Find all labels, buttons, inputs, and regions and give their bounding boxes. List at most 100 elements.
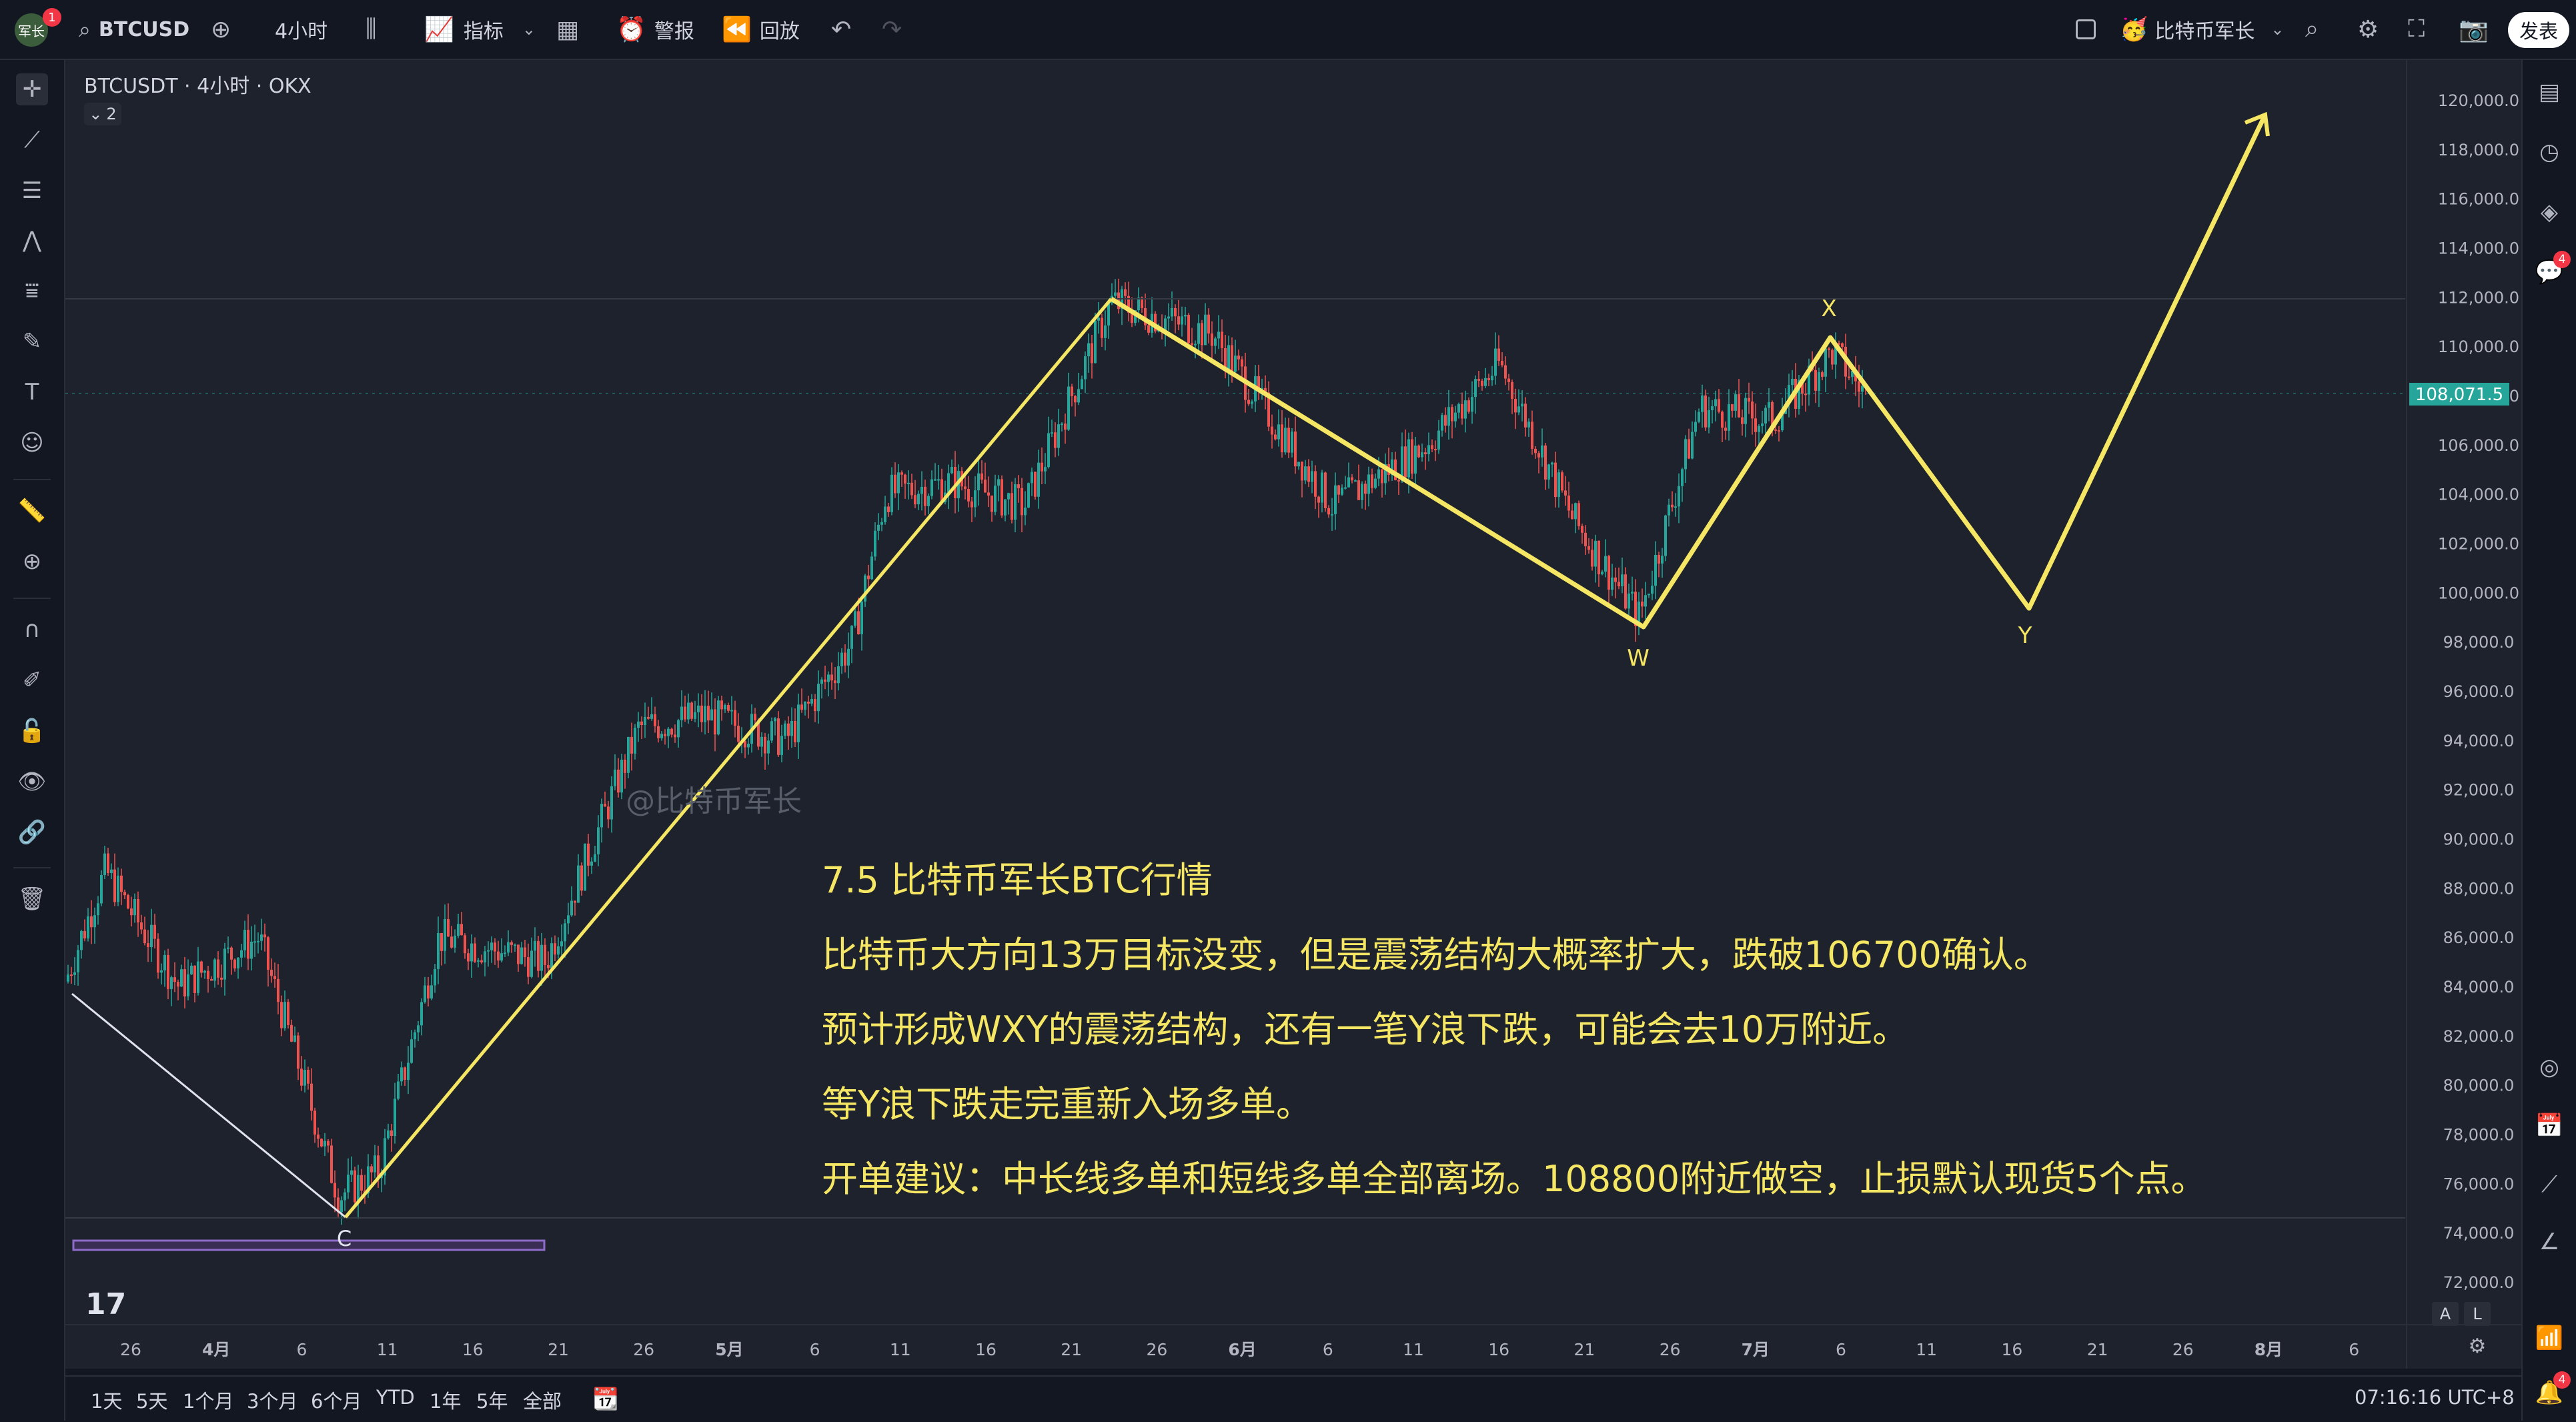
candle-body — [950, 467, 953, 474]
settings-button[interactable]: ⚙ — [2357, 0, 2379, 59]
compare-button[interactable]: ⊕ — [211, 0, 231, 59]
data-window-button[interactable]: ∠ — [2533, 1226, 2565, 1258]
toolbar-divider — [13, 598, 51, 599]
magnet-tool[interactable]: ∩ — [16, 614, 48, 646]
candle-body — [1011, 493, 1013, 520]
time-tick-label: 26 — [120, 1340, 141, 1359]
candle-body — [594, 854, 596, 862]
sync-drawings-tool[interactable]: 🔗 — [16, 816, 48, 848]
brush-tool[interactable]: ✎ — [16, 325, 48, 358]
candle-body — [320, 1139, 323, 1147]
candle-body — [1858, 381, 1860, 392]
ideas-button[interactable]: ◎ — [2533, 1051, 2565, 1083]
news-button[interactable]: 📶 — [2533, 1322, 2565, 1354]
legend-collapse-button[interactable]: ⌄ 2 — [84, 103, 121, 125]
range-1d[interactable]: 1天 — [91, 1386, 122, 1414]
layout-select-checkbox[interactable] — [2076, 0, 2096, 59]
remove-drawings-tool[interactable]: 🗑 — [16, 883, 48, 915]
pattern-tool[interactable]: ⋀ — [16, 224, 48, 256]
measure-tool[interactable]: 📏 — [16, 495, 48, 527]
price-tick-label: 92,000.0 — [2443, 781, 2515, 800]
candle-body — [1054, 432, 1057, 448]
candle-body — [1618, 582, 1620, 586]
watchlist-button[interactable]: ▤ — [2533, 76, 2565, 108]
annotation-line-1: 比特币大方向13万目标没变，但是震荡结构大概率扩大，跌破106700确认。 — [822, 934, 2050, 976]
candle-body — [760, 736, 763, 747]
redo-button[interactable]: ↷ — [882, 0, 902, 59]
chart-type-button[interactable]: ⫼ — [366, 0, 377, 59]
streams-button[interactable]: ⟋ — [2533, 1169, 2565, 1201]
candle-body — [273, 976, 276, 979]
lock-drawings-tool[interactable]: 🔓 — [16, 715, 48, 747]
candle-body — [1734, 394, 1737, 411]
candle-body — [1027, 483, 1030, 508]
replay-label: 回放 — [759, 20, 800, 43]
candle-body — [283, 1002, 286, 1028]
range-all[interactable]: 全部 — [523, 1386, 562, 1414]
candle-body — [1648, 594, 1650, 596]
candle-body — [1511, 382, 1513, 399]
range-6m[interactable]: 6个月 — [311, 1386, 362, 1414]
chart-canvas[interactable]: C W X Y @比特币军长 7.5 比特币军长BTC行情 比特币大方向13万目… — [65, 60, 2521, 1369]
range-1m[interactable]: 1个月 — [183, 1386, 233, 1414]
candle-body — [427, 985, 430, 998]
fullscreen-button[interactable]: ⛶ — [2408, 0, 2425, 59]
axis-settings-button[interactable]: ⚙ — [2464, 1333, 2491, 1359]
publish-button[interactable]: 发表 — [2508, 12, 2569, 48]
candle-body — [874, 530, 876, 557]
range-ytd[interactable]: YTD — [376, 1386, 415, 1409]
candle-body — [267, 937, 269, 970]
range-5y[interactable]: 5年 — [476, 1386, 508, 1414]
candle-body — [981, 473, 983, 480]
emoji-tool[interactable]: ☺ — [16, 427, 48, 459]
candle-body — [647, 716, 650, 719]
price-tick-label: 104,000.0 — [2438, 486, 2519, 504]
snapshot-button[interactable]: 📷 — [2459, 0, 2489, 59]
object-tree-button[interactable]: ◈ — [2533, 196, 2565, 228]
zoom-in-icon: ⊕ — [22, 548, 42, 575]
calendar-button[interactable]: 📅 — [2533, 1110, 2565, 1142]
forecast-tool[interactable]: ⩸ — [16, 275, 48, 307]
legend-title[interactable]: BTCUSDT · 4小时 · OKX — [84, 69, 311, 99]
account-menu[interactable]: 🥳 比特币军长 ⌄ — [2120, 0, 2284, 59]
interval-button[interactable]: 4小时 — [275, 0, 328, 59]
candle-body — [784, 723, 786, 736]
candle-body — [230, 947, 233, 960]
candle-body — [700, 705, 703, 722]
text-tool[interactable]: T — [16, 376, 48, 408]
candle-body — [437, 933, 440, 969]
layouts-button[interactable]: ▦ — [556, 0, 579, 59]
crosshair-tool[interactable]: ✛ — [16, 73, 48, 105]
range-3m[interactable]: 3个月 — [247, 1386, 297, 1414]
wave-pattern-icon: ⋀ — [23, 227, 41, 253]
stay-drawing-tool[interactable]: ✐ — [16, 664, 48, 696]
hide-drawings-tool[interactable]: 👁 — [16, 766, 48, 798]
candle-body — [200, 961, 203, 973]
chart-pane[interactable]: C W X Y @比特币军长 7.5 比特币军长BTC行情 比特币大方向13万目… — [65, 60, 2521, 1369]
range-5d[interactable]: 5天 — [136, 1386, 167, 1414]
replay-button[interactable]: ⏪ 回放 — [722, 0, 800, 59]
alert-button[interactable]: ⏰ 警报 — [616, 0, 694, 59]
auto-scale-button[interactable]: A — [2432, 1302, 2459, 1326]
clock-label[interactable]: 07:16:16 UTC+8 — [2355, 1386, 2515, 1409]
log-scale-button[interactable]: L — [2464, 1302, 2491, 1326]
range-1y[interactable]: 1年 — [430, 1386, 461, 1414]
quick-search-button[interactable]: ⌕ — [2305, 0, 2319, 59]
candle-body — [390, 1130, 393, 1136]
symbol-search[interactable]: ⌕ BTCUSD — [79, 0, 189, 59]
fib-tool[interactable]: ☰ — [16, 175, 48, 207]
candle-body — [387, 1130, 390, 1139]
undo-button[interactable]: ↶ — [831, 0, 851, 59]
trendline-tool[interactable]: ⟋ — [16, 124, 48, 156]
drawing-toolbar: ✛ ⟋ ☰ ⋀ ⩸ ✎ T ☺ 📏 ⊕ ∩ ✐ 🔓 👁 🔗 🗑 — [0, 60, 65, 1421]
date-range-button[interactable]: 📆 — [592, 1386, 619, 1411]
candle-body — [1474, 379, 1477, 398]
time-tick-label: 4月 — [202, 1340, 230, 1359]
time-axis: 26 4月 6 11 16 21 26 5月 6 11 16 21 26 6月 6 11 16 21 26 7月 6 11… — [120, 1340, 2359, 1359]
zoom-tool[interactable]: ⊕ — [16, 546, 48, 578]
redo-icon: ↷ — [882, 15, 902, 43]
candle-body — [724, 705, 726, 710]
indicators-button[interactable]: 📈 指标 ⌄ — [424, 0, 536, 59]
candle-body — [590, 861, 593, 866]
alerts-button[interactable]: ◷ — [2533, 136, 2565, 168]
